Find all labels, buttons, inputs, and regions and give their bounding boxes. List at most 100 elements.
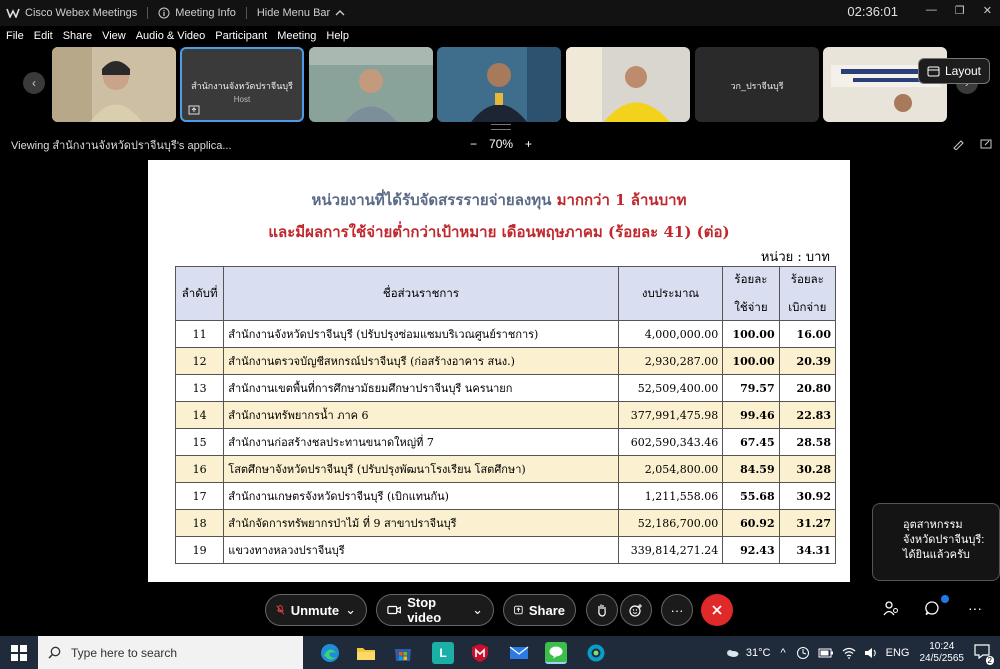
cell-budget: 4,000,000.00 [617,320,724,348]
edge-icon[interactable] [319,642,341,664]
layout-icon [927,66,940,76]
participant-thumbnail [566,47,690,122]
cell-percent-disbursed: 34.31 [778,536,837,564]
line-app-icon[interactable] [545,642,567,664]
battery-icon[interactable] [818,648,834,658]
participant-video-5[interactable] [566,47,690,122]
menu-participant[interactable]: Participant [215,30,267,42]
participant-host-tile[interactable]: สำนักงานจังหวัดปราจีนบุรี Host [180,47,304,122]
cell-percent-spent: 84.59 [722,455,780,483]
window-controls: — ❐ ✕ [926,4,992,17]
meeting-info-button[interactable]: Meeting Info [158,7,236,19]
webex-app-icon[interactable] [585,642,607,664]
chat-sender: อุตสาหกรรมจังหวัดปราจีนบุรี: [903,519,985,546]
chevron-down-icon[interactable]: ⌄ [345,602,356,618]
close-icon[interactable]: ✕ [983,4,992,17]
hide-menu-bar-label: Hide Menu Bar [256,7,331,19]
taskbar-search[interactable]: Type here to search [38,636,303,669]
participant-video-1[interactable] [52,47,176,122]
scroll-left-button[interactable]: ‹ [23,72,45,94]
meeting-timer: 02:36:01 [847,4,898,19]
file-explorer-icon[interactable] [355,642,377,664]
raise-hand-button[interactable] [586,594,618,626]
language-indicator[interactable]: ENG [886,647,910,659]
menu-view[interactable]: View [102,30,126,42]
cell-name: สำนักงานเกษตรจังหวัดปราจีนบุรี (เบิกแทนก… [223,482,619,510]
mail-icon[interactable] [508,642,530,664]
header-text: ใช้จ่าย [734,299,768,314]
more-options-button[interactable]: ··· [661,594,693,626]
cell-no: 14 [174,401,225,429]
mcafee-icon[interactable] [469,642,491,664]
cell-name: สำนักงานก่อสร้างชลประทานขนาดใหญ่ที่ 7 [223,428,619,456]
table-row: 18 สำนักจัดการทรัพยากรป่าไม้ ที่ 9 สาขาป… [174,509,837,537]
ellipsis-icon: ··· [670,602,684,618]
participant-tile-6[interactable]: วก_ปราจีนบุรี [695,47,819,122]
shared-document: หน่วยงานที่ได้รับจัดสรรรายจ่ายลงทุน มากก… [148,160,850,582]
unmute-label: Unmute [290,602,340,618]
header-name: ชื่อส่วนราชการ [223,266,619,321]
view-options [952,138,992,150]
leave-meeting-button[interactable] [701,594,733,626]
notifications-button[interactable]: 2 [974,643,994,665]
participant-name: วก_ปราจีนบุรี [730,81,784,91]
unmute-button[interactable]: Unmute ⌄ [265,594,367,626]
stop-video-button[interactable]: Stop video ⌄ [376,594,494,626]
host-label: Host [233,95,251,104]
zoom-level: 70% [489,137,514,151]
header-no: ลำดับที่ [174,266,225,321]
cell-budget: 2,054,800.00 [617,455,724,483]
menu-help[interactable]: Help [326,30,349,42]
cell-no: 16 [174,455,225,483]
close-icon [712,605,722,615]
chat-panel-button[interactable] [924,600,940,619]
document-subtitle: และมีผลการใช้จ่ายต่ำกว่าเป้าหมาย เดือนพฤ… [268,223,730,241]
minimize-icon[interactable]: — [926,4,937,17]
participant-thumbnail [309,47,433,122]
menu-meeting[interactable]: Meeting [277,30,316,42]
l-app-icon[interactable]: L [432,642,454,664]
windows-start-button[interactable] [11,645,27,666]
taskbar-clock[interactable]: 10:24 24/5/2565 [920,641,965,665]
chevron-down-icon[interactable]: ⌄ [472,602,483,618]
participants-panel-button[interactable] [883,600,899,619]
meeting-controls: Unmute ⌄ Stop video ⌄ Share ··· ··· [0,586,1000,634]
webex-window: Cisco Webex Meetings Meeting Info Hide M… [0,0,1000,669]
header-budget: งบประมาณ [617,266,724,321]
menu-bar: File Edit Share View Audio & Video Parti… [0,27,1000,45]
meeting-info-label: Meeting Info [175,7,236,19]
menu-audio-video[interactable]: Audio & Video [136,30,206,42]
zoom-out-button[interactable]: − [470,137,477,151]
menu-edit[interactable]: Edit [34,30,53,42]
wifi-icon[interactable] [842,647,856,659]
cell-budget: 602,590,343.46 [617,428,724,456]
temperature[interactable]: 31°C [746,647,771,659]
reactions-button[interactable] [620,594,652,626]
restore-icon[interactable]: ❐ [955,4,965,17]
windows-taskbar: Type here to search L 31°C ^ ENG 10:24 2… [0,636,1000,669]
more-panels-button[interactable]: ··· [968,600,982,616]
pop-out-icon[interactable] [980,138,992,150]
menu-file[interactable]: File [6,30,24,42]
zoom-in-button[interactable]: + [525,137,532,151]
menu-share[interactable]: Share [63,30,92,42]
cell-budget: 52,509,400.00 [617,374,724,402]
table-row: 17 สำนักงานเกษตรจังหวัดปราจีนบุรี (เบิกแ… [174,482,837,510]
strip-resize-handle[interactable] [491,124,511,130]
volume-icon[interactable] [864,647,878,659]
store-icon[interactable] [392,642,414,664]
onedrive-icon[interactable] [796,646,810,660]
hide-menu-bar-button[interactable]: Hide Menu Bar [257,7,345,19]
show-hidden-icons[interactable]: ^ [780,647,785,659]
share-button[interactable]: Share [503,594,576,626]
viewing-bar: Viewing สำนักงานจังหวัดปราจีนบุรี's appl… [0,132,1000,158]
layout-button[interactable]: Layout [918,58,990,84]
annotate-icon[interactable] [952,138,964,150]
zoom-control: − 70% + [470,137,532,151]
participant-video-3[interactable] [309,47,433,122]
cell-percent-spent: 99.46 [722,401,780,429]
chat-notification[interactable]: อุตสาหกรรมจังหวัดปราจีนบุรี: ได้ยินแล้วค… [872,503,1000,581]
header-text: เบิกจ่าย [788,299,827,314]
unit-label: หน่วย : บาท [760,250,830,265]
participant-video-4[interactable] [437,47,561,122]
